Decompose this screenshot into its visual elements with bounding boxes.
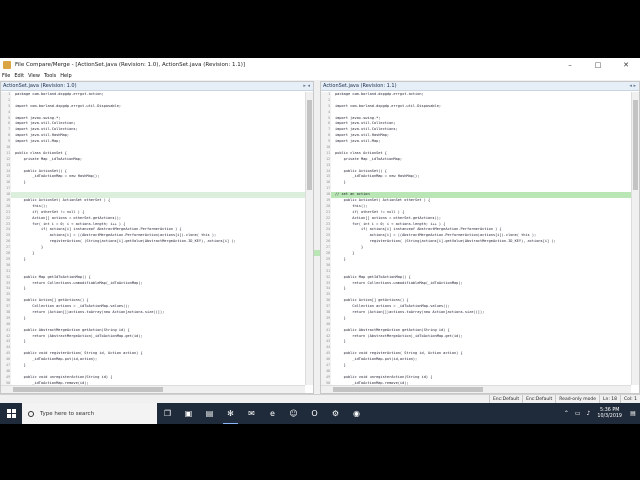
search-icon [28,410,34,417]
windows-logo-icon [6,409,16,418]
app-icon-orange[interactable]: ◉ [346,403,367,424]
status-bar: Enc:Default Enc:Default Read-only mode L… [0,394,640,404]
left-vertical-scrollbar[interactable] [305,92,313,385]
clock-time: 5:36 PM [600,407,620,413]
bottom-letterbox [0,424,640,480]
compare-app-icon[interactable]: ✻ [220,403,241,424]
right-pane-header: ActionSet.java (Revision: 1.1) ◂ ▸ [321,82,639,91]
volume-icon[interactable]: ♪ [587,410,591,417]
file-compare-window: File Compare/Merge - [ActionSet.java (Re… [0,58,640,404]
minimize-button[interactable]: – [556,58,584,71]
left-pane-title: ActionSet.java (Revision: 1.0) [3,83,77,89]
right-code-area[interactable]: 1 package com.borland.dxpgdp.errgxt.actio… [321,92,631,385]
title-bar: File Compare/Merge - [ActionSet.java (Re… [0,58,640,71]
menu-bar: File Edit View Tools Help [0,71,640,80]
left-vscroll-thumb[interactable] [307,100,312,190]
taskbar: Type here to search ❐ ▣ ▤ ✻ ✉ e ☺ O ⚙ ◉ ⌃ ▭ ♪ 5:3… [0,403,640,424]
mail-icon[interactable]: ✉ [241,403,262,424]
window-title: File Compare/Merge - [ActionSet.java (Re… [15,61,245,68]
left-hscroll-thumb[interactable] [13,387,163,392]
right-vscroll-thumb[interactable] [633,100,638,190]
menu-help[interactable]: Help [60,73,71,79]
start-button[interactable] [0,403,22,424]
task-view-icon[interactable]: ❐ [157,403,178,424]
system-tray: ⌃ ▭ ♪ 5:36 PM 10/3/2019 ▤ [561,403,640,424]
menu-file[interactable]: File [2,73,10,79]
window-controls: – □ ✕ [556,58,640,71]
search-placeholder: Type here to search [40,410,95,417]
app-icon [3,60,11,69]
settings-icon[interactable]: ⚙ [325,403,346,424]
network-icon[interactable]: ▭ [575,410,581,417]
clock-date: 10/3/2019 [597,413,622,419]
clock[interactable]: 5:36 PM 10/3/2019 [597,408,622,420]
top-letterbox [0,0,640,58]
notification-icon[interactable]: ▤ [626,403,640,424]
right-pane-title: ActionSet.java (Revision: 1.1) [323,83,397,89]
menu-view[interactable]: View [28,73,40,79]
menu-edit[interactable]: Edit [14,73,24,79]
right-hscroll-thumb[interactable] [333,387,483,392]
tray-chevron-icon[interactable]: ⌃ [564,410,569,417]
taskbar-apps: ❐ ▣ ▤ ✻ ✉ e ☺ O ⚙ ◉ [157,403,367,424]
left-pane-header: ActionSet.java (Revision: 1.0) ▸ ◂ [1,82,313,91]
store-icon[interactable]: ▣ [178,403,199,424]
file-explorer-icon[interactable]: ▤ [199,403,220,424]
left-compare-pane[interactable]: ActionSet.java (Revision: 1.0) ▸ ◂ 1 pack… [0,81,314,394]
left-code-area[interactable]: 1 package com.borland.dxpgdp.errgxt.actio… [1,92,305,385]
maximize-button[interactable]: □ [584,58,612,71]
taskbar-search[interactable]: Type here to search [22,403,157,424]
right-compare-pane[interactable]: ActionSet.java (Revision: 1.1) ◂ ▸ 1 pack… [320,81,640,394]
close-button[interactable]: ✕ [612,58,640,71]
people-icon[interactable]: ☺ [283,403,304,424]
left-pane-nav-icons[interactable]: ▸ ◂ [303,83,310,89]
right-horizontal-scrollbar[interactable] [321,385,631,393]
left-horizontal-scrollbar[interactable] [1,385,305,393]
right-pane-nav-icons[interactable]: ◂ ▸ [629,83,636,89]
edge-icon[interactable]: e [262,403,283,424]
menu-tools[interactable]: Tools [44,73,56,79]
right-vertical-scrollbar[interactable] [631,92,639,385]
outlook-icon[interactable]: O [304,403,325,424]
